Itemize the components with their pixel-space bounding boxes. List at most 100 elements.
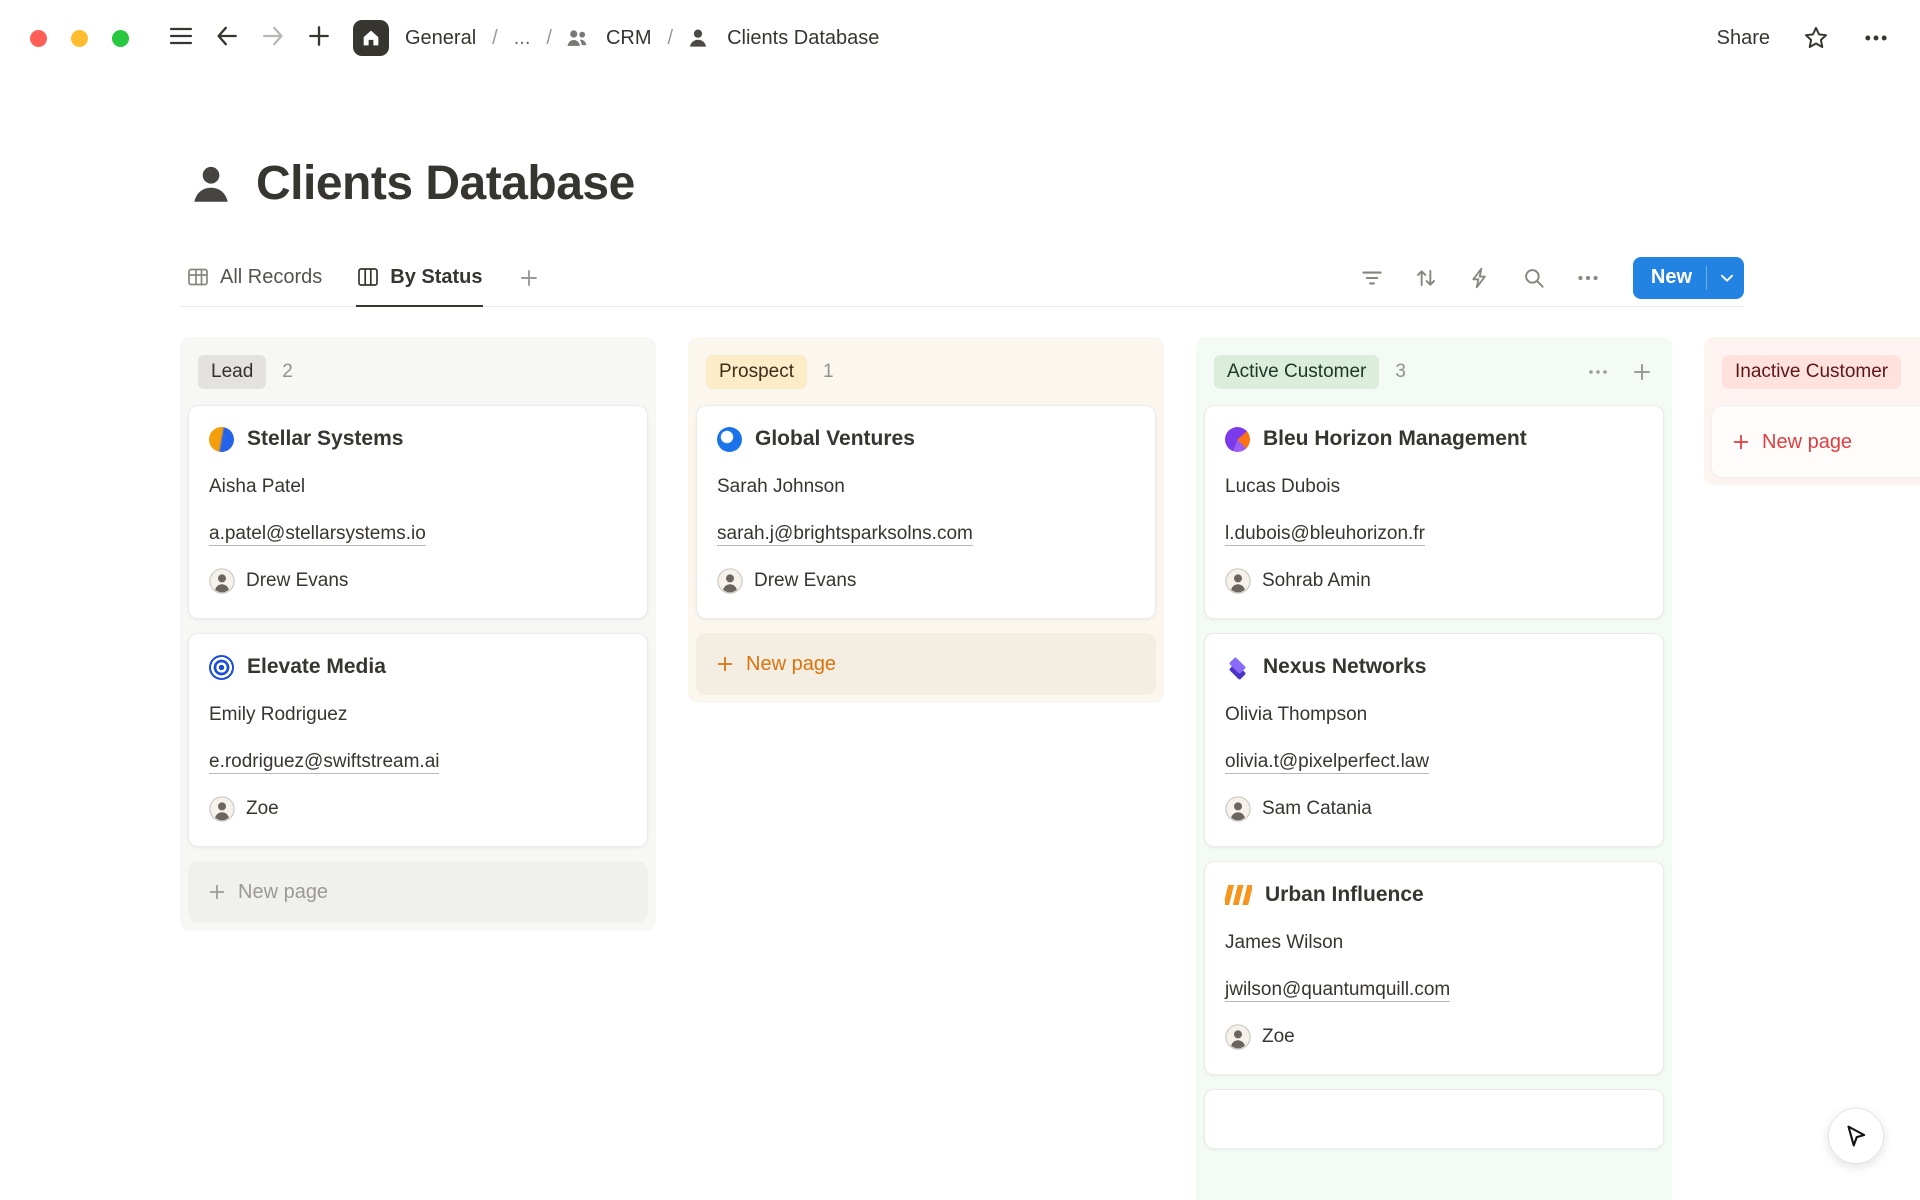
owner-row: Drew Evans <box>209 568 627 594</box>
view-toolbar: New <box>1359 257 1744 299</box>
minimize-window-button[interactable] <box>71 30 88 47</box>
plus-icon <box>206 881 228 903</box>
floating-cursor-button[interactable] <box>1828 1108 1884 1164</box>
owner-row: Sohrab Amin <box>1225 568 1643 594</box>
tab-label: All Records <box>220 266 322 289</box>
new-page-label: New page <box>238 881 328 904</box>
new-page-label: New page <box>746 653 836 676</box>
contact-name: Olivia Thompson <box>1225 702 1643 728</box>
client-card-urban-influence[interactable]: Urban Influence James Wilson jwilson@qua… <box>1204 861 1664 1075</box>
avatar-sohrab-amin <box>1225 568 1251 594</box>
close-window-button[interactable] <box>30 30 47 47</box>
new-page-button-inactive[interactable]: New page <box>1712 407 1920 477</box>
new-tab-button[interactable] <box>301 20 337 56</box>
contact-name: Sarah Johnson <box>717 474 1135 500</box>
breadcrumb-general[interactable]: General <box>401 24 480 53</box>
owner-name: Sam Catania <box>1262 796 1372 822</box>
search-icon[interactable] <box>1521 265 1547 291</box>
new-page-button-prospect[interactable]: New page <box>696 633 1156 695</box>
owner-name: Drew Evans <box>754 568 856 594</box>
breadcrumb-current-page[interactable]: Clients Database <box>723 24 883 53</box>
column-actions <box>1586 360 1654 384</box>
page-title[interactable]: Clients Database <box>256 156 635 211</box>
favorite-star-icon[interactable] <box>1802 24 1830 52</box>
sidebar-toggle-button[interactable] <box>163 20 199 56</box>
hamburger-icon <box>167 22 195 55</box>
view-more-icon[interactable] <box>1575 265 1601 291</box>
tab-all-records[interactable]: All Records <box>186 249 322 307</box>
owner-name: Sohrab Amin <box>1262 568 1371 594</box>
column-count: 3 <box>1395 361 1406 383</box>
chevron-down-icon[interactable] <box>1716 267 1738 289</box>
column-header: Prospect 1 <box>696 345 1156 405</box>
workspace-home-icon[interactable] <box>353 20 389 56</box>
page-header: Clients Database <box>186 156 1920 211</box>
bleu-horizon-logo-icon <box>1225 427 1250 452</box>
status-badge-inactive-customer[interactable]: Inactive Customer <box>1722 355 1901 389</box>
breadcrumb-separator: / <box>668 27 674 50</box>
app-window: General / ... / CRM / Clients Database S… <box>0 0 1920 1200</box>
column-inactive-customer: Inactive Customer New page <box>1704 337 1920 485</box>
company-name: Global Ventures <box>755 426 915 452</box>
client-card-global-ventures[interactable]: Global Ventures Sarah Johnson sarah.j@br… <box>696 405 1156 619</box>
breadcrumb-separator: / <box>492 27 498 50</box>
client-card-partially-visible[interactable] <box>1204 1089 1664 1149</box>
automation-bolt-icon[interactable] <box>1467 265 1493 291</box>
topbar-actions: Share <box>1717 24 1890 52</box>
plus-icon <box>1730 431 1752 453</box>
email-link[interactable]: olivia.t@pixelperfect.law <box>1225 751 1429 774</box>
email-link[interactable]: l.dubois@bleuhorizon.fr <box>1225 523 1425 546</box>
zoom-window-button[interactable] <box>112 30 129 47</box>
person-icon <box>685 25 711 51</box>
status-badge-active-customer[interactable]: Active Customer <box>1214 355 1379 389</box>
status-badge-prospect[interactable]: Prospect <box>706 355 807 389</box>
email-link[interactable]: jwilson@quantumquill.com <box>1225 979 1450 1002</box>
forward-button[interactable] <box>255 20 291 56</box>
more-options-icon[interactable] <box>1862 24 1890 52</box>
client-card-bleu-horizon[interactable]: Bleu Horizon Management Lucas Dubois l.d… <box>1204 405 1664 619</box>
breadcrumb-separator: / <box>546 27 552 50</box>
column-count: 2 <box>282 361 293 383</box>
new-page-label: New page <box>1762 431 1852 454</box>
add-view-button[interactable] <box>517 266 541 290</box>
tab-label: By Status <box>390 266 482 289</box>
new-button-label: New <box>1651 266 1692 289</box>
column-prospect: Prospect 1 Global Ventures Sarah Johnson… <box>688 337 1164 703</box>
owner-row: Drew Evans <box>717 568 1135 594</box>
email-link[interactable]: sarah.j@brightsparksolns.com <box>717 523 973 546</box>
column-header: Inactive Customer <box>1712 345 1920 405</box>
new-page-button-lead[interactable]: New page <box>188 861 648 923</box>
owner-row: Zoe <box>209 796 627 822</box>
client-card-stellar-systems[interactable]: Stellar Systems Aisha Patel a.patel@stel… <box>188 405 648 619</box>
column-add-card-icon[interactable] <box>1630 360 1654 384</box>
avatar-drew-evans <box>209 568 235 594</box>
company-name: Nexus Networks <box>1263 654 1426 680</box>
new-record-button[interactable]: New <box>1633 257 1744 299</box>
status-badge-lead[interactable]: Lead <box>198 355 266 389</box>
breadcrumb-collapsed[interactable]: ... <box>510 24 535 53</box>
plus-icon <box>305 22 333 55</box>
contact-name: James Wilson <box>1225 930 1643 956</box>
email-link[interactable]: e.rodriguez@swiftstream.ai <box>209 751 439 774</box>
column-more-icon[interactable] <box>1586 360 1610 384</box>
client-card-nexus-networks[interactable]: Nexus Networks Olivia Thompson olivia.t@… <box>1204 633 1664 847</box>
plus-icon <box>714 653 736 675</box>
people-icon <box>564 25 590 51</box>
email-link[interactable]: a.patel@stellarsystems.io <box>209 523 426 546</box>
avatar-zoe <box>1225 1024 1251 1050</box>
owner-name: Zoe <box>246 796 279 822</box>
tab-by-status[interactable]: By Status <box>356 249 482 307</box>
page-person-icon[interactable] <box>186 159 236 209</box>
breadcrumb-crm[interactable]: CRM <box>602 24 656 53</box>
avatar-sam-catania <box>1225 796 1251 822</box>
column-lead: Lead 2 Stellar Systems Aisha Patel a.pat… <box>180 337 656 931</box>
client-card-elevate-media[interactable]: Elevate Media Emily Rodriguez e.rodrigue… <box>188 633 648 847</box>
share-button[interactable]: Share <box>1717 27 1770 50</box>
table-view-icon <box>186 265 210 289</box>
back-arrow-icon <box>213 22 241 55</box>
filter-icon[interactable] <box>1359 265 1385 291</box>
back-button[interactable] <box>209 20 245 56</box>
view-tabs-row: All Records By Status <box>180 249 1744 307</box>
button-divider <box>1706 266 1707 290</box>
sort-icon[interactable] <box>1413 265 1439 291</box>
